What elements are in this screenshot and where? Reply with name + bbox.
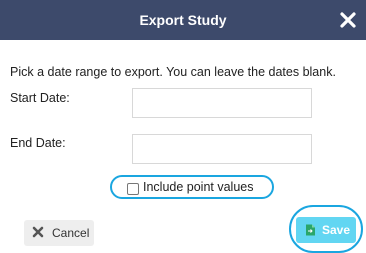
dialog-title: Export Study <box>139 12 227 28</box>
include-point-values-checkbox[interactable] <box>127 183 139 195</box>
x-icon <box>32 226 44 238</box>
close-button[interactable] <box>338 10 358 30</box>
dialog-header: Export Study <box>0 0 366 40</box>
export-study-dialog: Export Study Pick a date range to export… <box>0 0 366 253</box>
end-date-input[interactable] <box>132 134 312 164</box>
save-label: Save <box>322 223 351 237</box>
instructions-text: Pick a date range to export. You can lea… <box>10 65 336 79</box>
include-point-values-label[interactable]: Include point values <box>143 180 254 194</box>
cancel-label: Cancel <box>52 226 90 240</box>
include-point-values-highlight: Include point values <box>110 175 274 199</box>
end-date-label: End Date: <box>10 136 66 150</box>
cancel-button[interactable]: Cancel <box>24 220 94 246</box>
start-date-label: Start Date: <box>10 91 70 105</box>
save-button[interactable]: Save <box>296 217 356 243</box>
start-date-input[interactable] <box>132 88 312 118</box>
file-export-icon <box>306 224 315 236</box>
close-icon <box>340 12 356 28</box>
